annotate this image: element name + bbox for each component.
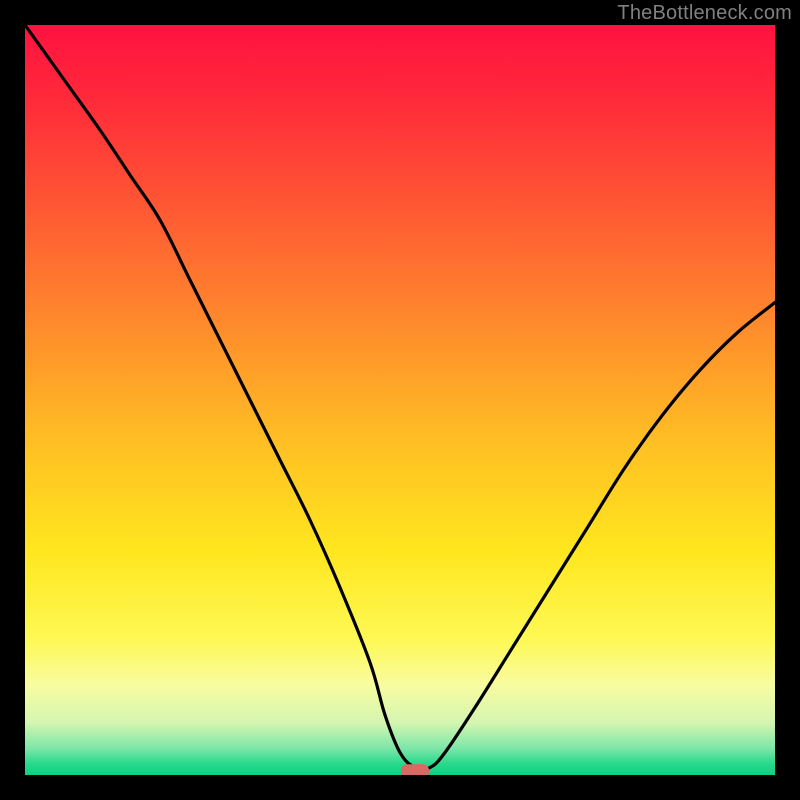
plot-area: [25, 25, 775, 775]
bottleneck-chart-svg: [25, 25, 775, 775]
attribution-text: TheBottleneck.com: [617, 2, 792, 25]
optimal-point-marker: [401, 764, 429, 775]
gradient-background: [25, 25, 775, 775]
chart-outer-frame: TheBottleneck.com: [0, 0, 800, 800]
